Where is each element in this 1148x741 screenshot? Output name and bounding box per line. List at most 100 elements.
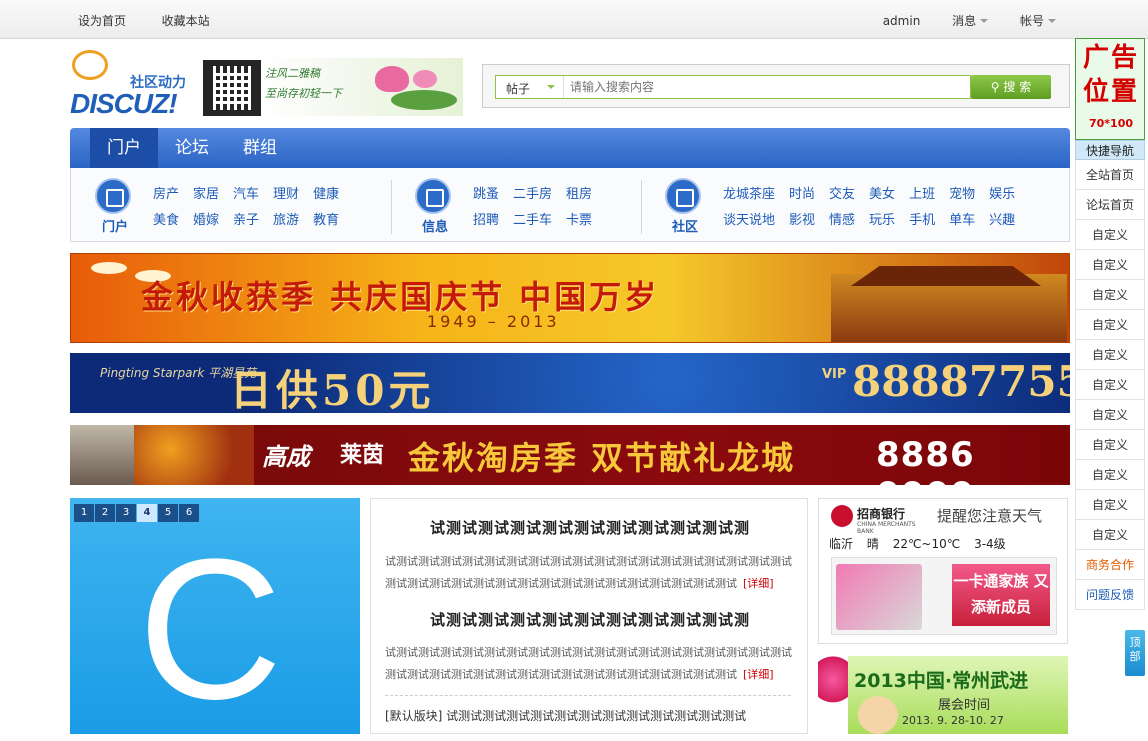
- building-image: [70, 425, 134, 485]
- weather-remind: 提醒您注意天气: [937, 507, 1043, 525]
- subnav-link[interactable]: 二手房: [513, 182, 552, 208]
- mascot-image: [858, 696, 898, 734]
- quick-nav-item[interactable]: 全站首页: [1075, 160, 1145, 190]
- subnav-group-label[interactable]: 社区: [665, 216, 705, 235]
- subnav-link[interactable]: 卡票: [566, 208, 592, 234]
- quick-nav-item[interactable]: 自定义: [1075, 250, 1145, 280]
- username-link[interactable]: admin: [883, 14, 921, 28]
- weather-cond: 晴: [866, 537, 879, 551]
- subnav-link[interactable]: 租房: [566, 182, 592, 208]
- back-to-top-button[interactable]: 顶部: [1125, 630, 1145, 676]
- quick-nav-item[interactable]: 自定义: [1075, 460, 1145, 490]
- weather-widget: 招商银行 CHINA MERCHANTS BANK 提醒您注意天气 临沂 晴 2…: [818, 498, 1068, 644]
- divider: [385, 695, 791, 696]
- search-input[interactable]: [570, 78, 960, 96]
- lotus-decoration: 注风二雅稿 至尚存初轻一下: [263, 58, 463, 116]
- banner2-vip: VIP: [822, 367, 847, 382]
- nav-forum[interactable]: 论坛: [158, 128, 226, 168]
- account-menu[interactable]: 帐号: [1020, 14, 1056, 28]
- banner1-text: 金秋收获季 共庆国庆节 中国万岁: [141, 278, 660, 316]
- weather-row: 临沂 晴 22℃~10℃ 3-4级: [829, 535, 1006, 552]
- quick-nav-item[interactable]: 自定义: [1075, 400, 1145, 430]
- quick-nav-item[interactable]: 自定义: [1075, 520, 1145, 550]
- subnav-link[interactable]: 娱乐: [989, 182, 1015, 208]
- subnav-group-label[interactable]: 门户: [95, 216, 135, 235]
- news-more-link-1[interactable]: [详细]: [743, 577, 774, 590]
- quick-nav-item[interactable]: 自定义: [1075, 370, 1145, 400]
- subnav-link[interactable]: 宠物: [949, 182, 975, 208]
- quick-nav-item[interactable]: 自定义: [1075, 280, 1145, 310]
- subnav-link[interactable]: 婚嫁: [193, 208, 219, 234]
- feedback-link[interactable]: 问题反馈: [1075, 580, 1145, 610]
- news-headline-2[interactable]: 试测试测试测试测试测试测试测试测试测试测: [371, 609, 807, 630]
- subnav-link[interactable]: 龙城茶座: [723, 182, 775, 208]
- subnav-link[interactable]: 影视: [789, 208, 815, 234]
- business-cooperation-link[interactable]: 商务合作: [1075, 550, 1145, 580]
- news-headline-1[interactable]: 试测试测试测试测试测试测试测试测试测试测: [371, 517, 807, 538]
- divider: [391, 180, 392, 234]
- quick-nav-item[interactable]: 自定义: [1075, 490, 1145, 520]
- realestate-banner[interactable]: Pingting Starpark 平湖星苑 日供50元 VIP 8888775…: [70, 353, 1070, 413]
- subnav-link[interactable]: 旅游: [273, 208, 299, 234]
- subnav-link[interactable]: 二手车: [513, 208, 552, 234]
- expo-ad[interactable]: 2013中国·常州武进 展会时间 2013. 9. 28-10. 27: [818, 656, 1068, 734]
- expo-date: 2013. 9. 28-10. 27: [902, 714, 1004, 727]
- subnav-link[interactable]: 交友: [829, 182, 855, 208]
- main-nav: 门户 论坛 群组: [70, 128, 1070, 168]
- subnav-link[interactable]: 上班: [909, 182, 935, 208]
- subnav-link[interactable]: 手机: [909, 208, 935, 234]
- bookmark-link[interactable]: 收藏本站: [162, 14, 210, 28]
- divider: [641, 180, 642, 234]
- messages-menu[interactable]: 消息: [952, 14, 988, 28]
- subnav-link[interactable]: 教育: [313, 208, 339, 234]
- quick-nav-item[interactable]: 自定义: [1075, 220, 1145, 250]
- subnav-link[interactable]: 汽车: [233, 182, 259, 208]
- set-homepage-link[interactable]: 设为首页: [78, 14, 126, 28]
- autumn-house-banner[interactable]: 高成 莱茵 金秋淘房季 双节献礼龙城 8886 0000: [70, 425, 1070, 485]
- national-day-banner[interactable]: 金秋收获季 共庆国庆节 中国万岁 1949 – 2013: [70, 253, 1070, 343]
- banner2-text: 日供50元: [230, 366, 435, 413]
- subnav-link[interactable]: 玩乐: [869, 208, 895, 234]
- subnav-link[interactable]: 谈天说地: [723, 208, 775, 234]
- subnav-link[interactable]: 跳蚤: [473, 182, 499, 208]
- image-slider[interactable]: 123456 C: [70, 498, 360, 740]
- search-area: 帖子 ⚲ 搜 索: [482, 64, 1070, 108]
- banner1-years: 1949 – 2013: [427, 312, 560, 331]
- sub-nav: 门户 房产 家居 汽车 理财 健康 美食 婚嫁 亲子 旅游 教育 信息 跳蚤 二手房 租房 招聘 二手…: [70, 168, 1070, 242]
- subnav-link[interactable]: 单车: [949, 208, 975, 234]
- subnav-group-label[interactable]: 信息: [415, 216, 455, 235]
- nav-portal[interactable]: 门户: [90, 128, 158, 168]
- slider-page[interactable]: 3: [116, 504, 136, 522]
- quick-nav-item[interactable]: 论坛首页: [1075, 190, 1145, 220]
- slider-page[interactable]: 1: [74, 504, 94, 522]
- quick-nav-item[interactable]: 自定义: [1075, 340, 1145, 370]
- expo-title: 2013中国·常州武进: [854, 670, 1029, 692]
- top-bar: 设为首页 收藏本站 admin 消息 帐号: [0, 0, 1148, 39]
- subnav-link[interactable]: 亲子: [233, 208, 259, 234]
- qr-code-image: [203, 60, 261, 116]
- subnav-link[interactable]: 情感: [829, 208, 855, 234]
- subnav-link[interactable]: 房产: [153, 182, 179, 208]
- subnav-link[interactable]: 招聘: [473, 208, 499, 234]
- nav-group[interactable]: 群组: [226, 128, 294, 168]
- bank-icon: [831, 505, 853, 527]
- bank-card-ad[interactable]: 一卡通家族 又添新成员: [831, 557, 1057, 635]
- search-type-select[interactable]: 帖子: [496, 76, 564, 98]
- news-more-link-2[interactable]: [详细]: [743, 668, 774, 681]
- subnav-link[interactable]: 美食: [153, 208, 179, 234]
- subnav-link[interactable]: 美女: [869, 182, 895, 208]
- side-ad[interactable]: 广告位置 70*100: [1075, 38, 1145, 140]
- slider-letter: C: [138, 518, 283, 741]
- subnav-link[interactable]: 家居: [193, 182, 219, 208]
- subnav-link[interactable]: 兴趣: [989, 208, 1015, 234]
- subnav-link[interactable]: 时尚: [789, 182, 815, 208]
- subnav-link[interactable]: 理财: [273, 182, 299, 208]
- subnav-link[interactable]: 健康: [313, 182, 339, 208]
- news-list-item[interactable]: [默认版块] 试测试测试测试测试测试测试测试测试测试测试测试测试: [385, 707, 746, 724]
- quick-nav-item[interactable]: 自定义: [1075, 430, 1145, 460]
- site-logo[interactable]: 社区动力 DISCUZ!: [70, 50, 200, 119]
- search-button-label: 搜 索: [1003, 80, 1032, 94]
- slider-page[interactable]: 2: [95, 504, 115, 522]
- search-button[interactable]: ⚲ 搜 索: [971, 75, 1051, 99]
- quick-nav-item[interactable]: 自定义: [1075, 310, 1145, 340]
